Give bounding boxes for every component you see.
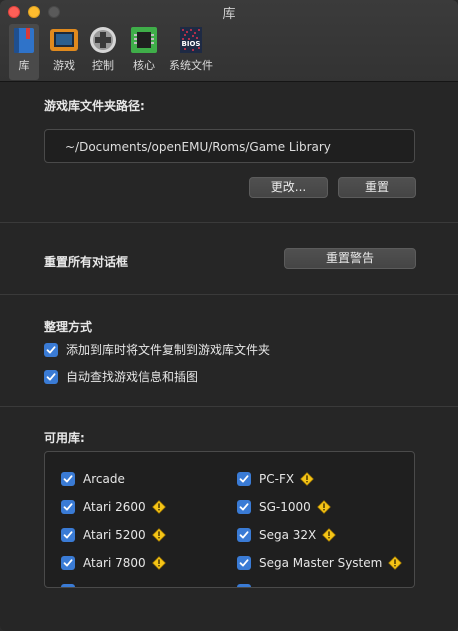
checkmark-icon <box>239 559 249 567</box>
warning-icon[interactable] <box>317 500 331 514</box>
bios-icon: BIOS <box>176 26 206 54</box>
system-name: Sega 32X <box>259 528 317 542</box>
toolbar-tab-library[interactable]: 库 <box>9 24 39 80</box>
reset-warnings-button[interactable]: 重置警告 <box>284 248 416 269</box>
auto-lookup-label: 自动查找游戏信息和插图 <box>66 370 199 384</box>
system-item-arcade[interactable]: Arcade <box>61 472 125 486</box>
checkmark-icon <box>239 503 249 511</box>
window-title: 库 <box>222 7 236 22</box>
checkmark-icon <box>239 531 249 539</box>
system-checkbox[interactable] <box>237 584 251 587</box>
checkmark-icon <box>63 503 73 511</box>
system-item-sega-master-system[interactable]: Sega Master System <box>237 556 403 570</box>
section-divider <box>0 294 458 295</box>
copy-files-checkbox[interactable] <box>44 342 58 357</box>
available-libraries-heading: 可用库: <box>44 431 85 445</box>
system-item-atari-2600[interactable]: Atari 2600 <box>61 500 166 514</box>
copy-files-label: 添加到库时将文件复制到游戏库文件夹 <box>66 343 271 357</box>
system-name: Atari 7800 <box>83 556 146 570</box>
system-item-atari-7800[interactable]: Atari 7800 <box>61 556 166 570</box>
system-item-sg-1000[interactable]: SG-1000 <box>237 500 331 514</box>
change-path-button[interactable]: 更改... <box>249 177 328 198</box>
library-book-icon <box>9 26 39 54</box>
system-name: PC-FX <box>259 472 295 486</box>
warning-icon[interactable] <box>388 556 403 570</box>
system-item-partial[interactable] <box>61 584 75 587</box>
toolbar-tab-system-files[interactable]: BIOS 系统文件 <box>167 24 215 80</box>
system-name: Arcade <box>83 472 125 486</box>
system-checkbox[interactable] <box>61 584 75 587</box>
system-name: Atari 2600 <box>83 500 146 514</box>
auto-lookup-checkbox[interactable] <box>44 369 58 384</box>
checkmark-icon <box>63 475 73 483</box>
organize-heading: 整理方式 <box>44 320 93 334</box>
warning-icon[interactable] <box>300 472 314 486</box>
toolbar-label: 控制 <box>92 59 114 72</box>
bios-icon-text: BIOS <box>182 40 201 48</box>
library-path-field: ~/Documents/openEMU/Roms/Game Library <box>44 129 415 163</box>
section-divider <box>0 222 458 223</box>
toolbar-label: 系统文件 <box>169 59 213 72</box>
library-path-heading: 游戏库文件夹路径: <box>44 99 145 113</box>
system-name: Sega Master System <box>259 556 383 570</box>
checkmark-icon <box>46 345 56 353</box>
toolbar-tab-game[interactable]: 游戏 <box>47 24 81 80</box>
system-checkbox[interactable] <box>61 472 75 486</box>
gamepad-icon <box>88 26 118 54</box>
system-item-partial[interactable] <box>237 584 251 587</box>
game-monitor-icon <box>49 26 79 54</box>
chip-icon <box>129 26 159 54</box>
system-item-sega-32x[interactable]: Sega 32X <box>237 528 337 542</box>
reset-path-button[interactable]: 重置 <box>338 177 416 198</box>
title-bar: 库 库 游戏 控制 核心 BIOS 系统文件 <box>0 0 458 82</box>
checkmark-icon <box>63 531 73 539</box>
section-divider <box>0 406 458 407</box>
checkmark-icon <box>46 372 56 380</box>
system-name: Atari 5200 <box>83 528 146 542</box>
checkmark-icon <box>63 559 73 567</box>
system-name: SG-1000 <box>259 500 311 514</box>
toolbar-tab-cores[interactable]: 核心 <box>129 24 159 80</box>
toolbar-label: 游戏 <box>53 59 75 72</box>
system-checkbox[interactable] <box>61 528 75 542</box>
preferences-window: 库 库 游戏 控制 核心 BIOS 系统文件 游戏库文件夹路径: ~/Docum… <box>0 0 458 631</box>
system-item-atari-5200[interactable]: Atari 5200 <box>61 528 166 542</box>
toolbar-label: 核心 <box>133 59 155 72</box>
warning-icon[interactable] <box>151 528 166 542</box>
copy-files-option[interactable]: 添加到库时将文件复制到游戏库文件夹 <box>44 341 270 358</box>
system-checkbox[interactable] <box>237 500 251 514</box>
system-item-pc-fx[interactable]: PC-FX <box>237 472 314 486</box>
warning-icon[interactable] <box>151 500 166 514</box>
warning-icon[interactable] <box>322 528 337 542</box>
auto-lookup-option[interactable]: 自动查找游戏信息和插图 <box>44 368 198 385</box>
system-checkbox[interactable] <box>237 556 251 570</box>
toolbar-label: 库 <box>18 59 30 72</box>
system-checkbox[interactable] <box>237 472 251 486</box>
system-checkbox[interactable] <box>61 500 75 514</box>
available-libraries-list[interactable]: Arcade Atari 2600 Atari 5200 Atari 7800 <box>44 451 415 588</box>
library-path-value: ~/Documents/openEMU/Roms/Game Library <box>65 140 331 154</box>
system-checkbox[interactable] <box>237 528 251 542</box>
checkmark-icon <box>239 475 249 483</box>
reset-dialogs-label: 重置所有对话框 <box>44 255 129 269</box>
system-checkbox[interactable] <box>61 556 75 570</box>
toolbar-tab-controls[interactable]: 控制 <box>88 24 118 80</box>
warning-icon[interactable] <box>151 556 166 570</box>
